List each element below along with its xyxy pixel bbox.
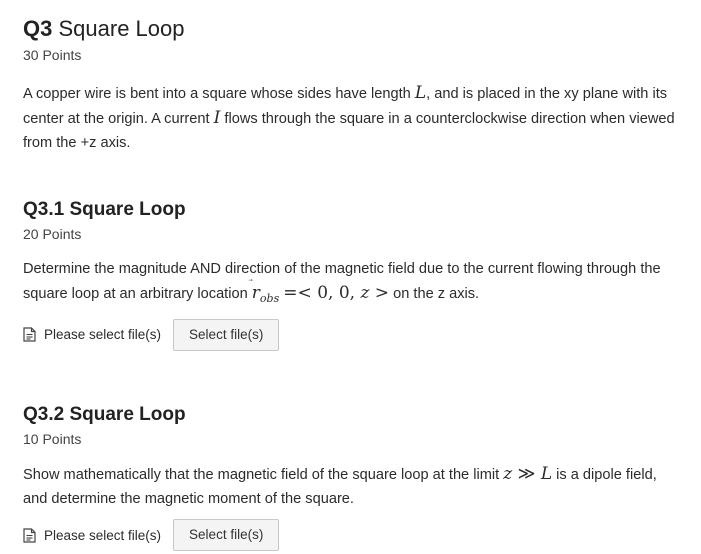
subquestion-number: Q3.2 xyxy=(23,404,65,425)
math-L: L xyxy=(414,83,427,103)
subquestion-title-text: Square Loop xyxy=(69,199,186,220)
math-subscript: obs xyxy=(259,291,280,305)
file-upload-row: Please select file(s) Select file(s) xyxy=(23,519,678,551)
subquestion-prompt: Determine the magnitude AND direction of… xyxy=(23,257,678,311)
math-close: > xyxy=(369,283,390,303)
math-much-greater: ≫ xyxy=(512,464,541,484)
math-z: z xyxy=(503,464,513,484)
question-title-text: Square Loop xyxy=(58,16,185,41)
file-icon xyxy=(23,527,36,543)
file-upload-row: Please select file(s) Select file(s) xyxy=(23,318,678,351)
upload-label: Please select file(s) xyxy=(44,527,162,543)
math-equals: =< 0, 0, xyxy=(283,283,361,303)
subquestion-title: Q3.1 Square Loop xyxy=(23,198,678,222)
points-label: 10 Points xyxy=(23,431,82,447)
subquestion-title: Q3.2 Square Loop xyxy=(23,403,678,427)
file-icon xyxy=(23,327,36,343)
question-q3: Q3 Square Loop 30 Points A copper wire i… xyxy=(23,15,678,155)
upload-label: Please select file(s) xyxy=(44,327,162,343)
question-number: Q3 xyxy=(23,16,53,41)
select-files-button[interactable]: Select file(s) xyxy=(173,519,280,551)
points-label: 30 Points xyxy=(23,47,82,63)
subquestion-title-text: Square Loop xyxy=(69,404,186,425)
question-q3-2: Q3.2 Square Loop 10 Points Show mathemat… xyxy=(23,403,678,551)
question-description: A copper wire is bent into a square whos… xyxy=(23,81,678,155)
math-L: L xyxy=(540,464,553,484)
math-r-vector: ⃗r xyxy=(252,281,260,305)
question-q3-1: Q3.1 Square Loop 20 Points Determine the… xyxy=(23,198,678,351)
math-r: r xyxy=(251,283,260,303)
subquestion-number: Q3.1 xyxy=(23,199,65,220)
description-text: A copper wire is bent into a square whos… xyxy=(23,86,415,102)
select-files-button[interactable]: Select file(s) xyxy=(173,318,280,351)
subquestion-prompt: Show mathematically that the magnetic fi… xyxy=(23,462,678,511)
prompt-text: Show mathematically that the magnetic fi… xyxy=(23,467,504,483)
question-title: Q3 Square Loop xyxy=(23,15,678,43)
prompt-text: on the z axis. xyxy=(389,286,480,302)
points-label: 20 Points xyxy=(23,226,82,242)
